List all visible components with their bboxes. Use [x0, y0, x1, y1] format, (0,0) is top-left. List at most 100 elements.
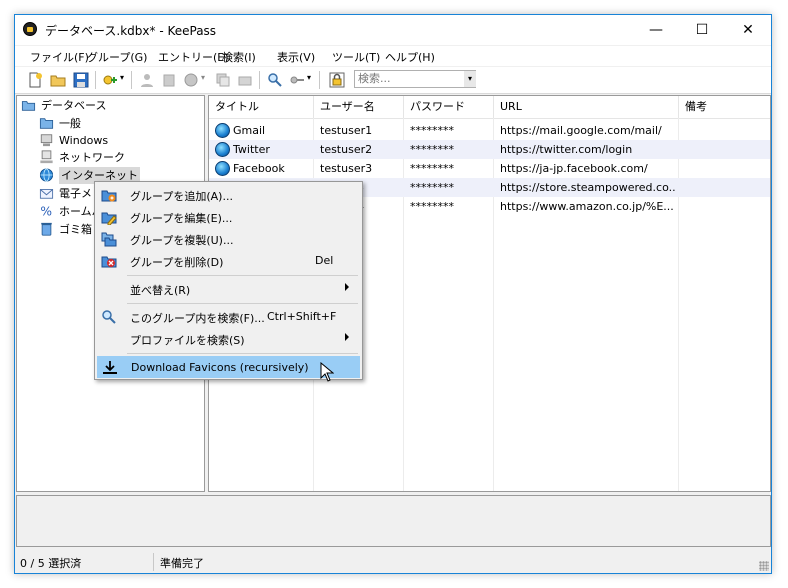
copy-password-icon[interactable] — [161, 72, 177, 88]
window-title: データベース.kdbx* - KeePass — [45, 24, 217, 38]
menu-item-label: このグループ内を検索(F)... — [130, 312, 265, 325]
entry-username: testuser2 — [320, 143, 373, 156]
delete-group-icon — [101, 256, 117, 268]
table-row[interactable]: Facebook testuser3 ******** https://ja-j… — [209, 159, 770, 178]
status-separator — [153, 553, 154, 571]
tree-item-label: Windows — [59, 134, 109, 147]
menu-duplicate-group[interactable]: グループを複製(U)... — [97, 228, 360, 250]
folder-icon — [39, 118, 54, 129]
menu-tools[interactable]: ツール(T) — [332, 49, 380, 65]
maximize-button[interactable]: ☐ — [679, 15, 725, 45]
quick-search-input[interactable]: 検索... — [354, 70, 476, 88]
trash-icon — [41, 222, 52, 236]
status-bar: 0 / 5 選択済 準備完了 — [15, 551, 771, 573]
menu-item-label: Download Favicons (recursively) — [131, 361, 309, 374]
save-icon[interactable] — [73, 72, 89, 88]
toolbar-separator — [319, 71, 320, 89]
column-header-url[interactable]: URL — [494, 96, 679, 118]
column-header-password[interactable]: パスワード — [404, 96, 494, 118]
menu-search-in-group[interactable]: このグループ内を検索(F)... Ctrl+Shift+F — [97, 306, 360, 328]
new-database-icon[interactable] — [27, 72, 43, 88]
menu-file[interactable]: ファイル(F) — [30, 49, 89, 65]
toolbar-separator — [131, 71, 132, 89]
autotype-icon[interactable] — [237, 72, 253, 88]
menu-bar: ファイル(F) グループ(G) エントリー(E) 検索(I) 表示(V) ツール… — [15, 46, 771, 66]
entry-url: https://ja-jp.facebook.com/ — [500, 162, 648, 175]
globe-icon — [215, 123, 230, 138]
tree-item-label: ゴミ箱 — [59, 223, 92, 236]
open-url-icon[interactable] — [183, 72, 199, 88]
tools-dropdown[interactable]: ▾ — [307, 73, 311, 82]
entry-password: ******** — [410, 143, 454, 156]
menu-separator — [127, 353, 358, 354]
menu-item-label: 並べ替え(R) — [130, 284, 191, 297]
lock-workspace-icon[interactable] — [329, 72, 345, 88]
duplicate-group-icon — [101, 232, 117, 247]
table-row[interactable]: Gmail testuser1 ******** https://mail.go… — [209, 121, 770, 140]
copy-entry-icon[interactable] — [215, 72, 231, 88]
menu-separator — [127, 275, 358, 276]
menu-help[interactable]: ヘルプ(H) — [385, 49, 435, 65]
add-group-icon — [101, 190, 117, 202]
entry-password: ******** — [410, 124, 454, 137]
entry-title: Gmail — [233, 124, 266, 137]
menu-item-label: プロファイルを検索(S) — [130, 334, 245, 347]
column-header-username[interactable]: ユーザー名 — [314, 96, 404, 118]
add-entry-dropdown[interactable]: ▾ — [120, 73, 124, 82]
svg-text:%: % — [40, 204, 52, 218]
menu-view[interactable]: 表示(V) — [277, 49, 315, 65]
add-entry-icon[interactable] — [102, 72, 118, 88]
column-header-notes[interactable]: 備考 — [679, 96, 770, 118]
menu-search-profile[interactable]: プロファイルを検索(S) — [97, 328, 360, 350]
entry-title: Facebook — [233, 162, 285, 175]
entry-details-panel[interactable] — [16, 495, 771, 547]
menu-add-group[interactable]: グループを追加(A)... — [97, 184, 360, 206]
open-folder-icon — [21, 101, 36, 111]
submenu-arrow-icon — [345, 283, 349, 291]
selection-count: 0 / 5 選択済 — [20, 557, 82, 570]
table-row[interactable]: Twitter testuser2 ******** https://twitt… — [209, 140, 770, 159]
globe-icon — [215, 142, 230, 157]
menu-item-label: グループを削除(D) — [130, 256, 224, 269]
email-icon — [39, 189, 54, 199]
find-icon[interactable] — [267, 72, 283, 88]
menu-sort[interactable]: 並べ替え(R) — [97, 278, 360, 300]
entry-password: ******** — [410, 200, 454, 213]
entry-password: ******** — [410, 162, 454, 175]
menu-separator — [127, 303, 358, 304]
close-button[interactable]: ✕ — [725, 15, 771, 45]
menu-delete-group[interactable]: グループを削除(D) Del — [97, 250, 360, 272]
entry-url: https://twitter.com/login — [500, 143, 633, 156]
tools-key-icon[interactable] — [289, 72, 305, 88]
menu-group[interactable]: グループ(G) — [87, 49, 147, 65]
tree-item-label: データベース — [41, 99, 107, 112]
open-folder-icon[interactable] — [50, 72, 66, 88]
group-context-menu: グループを追加(A)... グループを編集(E)... グループを複製(U)..… — [94, 181, 363, 380]
menu-edit-group[interactable]: グループを編集(E)... — [97, 206, 360, 228]
entry-list-header: タイトル ユーザー名 パスワード URL 備考 — [209, 96, 770, 119]
column-header-title[interactable]: タイトル — [209, 96, 314, 118]
title-bar[interactable]: データベース.kdbx* - KeePass — ☐ ✕ — [15, 15, 771, 45]
menu-item-label: グループを編集(E)... — [130, 212, 233, 225]
entry-username: testuser1 — [320, 124, 373, 137]
windows-icon — [40, 134, 53, 147]
toolbar-separator — [95, 71, 96, 89]
copy-username-icon[interactable] — [139, 72, 155, 88]
minimize-button[interactable]: — — [633, 15, 679, 45]
entry-url: https://www.amazon.co.jp/%E... — [500, 200, 674, 213]
menu-item-label: グループを追加(A)... — [130, 190, 233, 203]
network-icon — [40, 150, 53, 164]
resize-grip-icon[interactable] — [759, 561, 769, 571]
entry-password: ******** — [410, 181, 454, 194]
menu-item-shortcut: Del — [315, 254, 334, 267]
toolbar-separator — [259, 71, 260, 89]
globe-icon — [39, 168, 54, 182]
edit-group-icon — [101, 212, 117, 225]
status-message: 準備完了 — [160, 557, 204, 570]
open-url-dropdown[interactable]: ▾ — [201, 73, 205, 82]
menu-search[interactable]: 検索(I) — [222, 49, 256, 65]
percent-icon: % — [40, 204, 52, 218]
keepass-lock-icon — [23, 22, 37, 36]
menu-entry[interactable]: エントリー(E) — [158, 49, 229, 65]
search-dropdown-button[interactable]: ▾ — [464, 71, 476, 87]
